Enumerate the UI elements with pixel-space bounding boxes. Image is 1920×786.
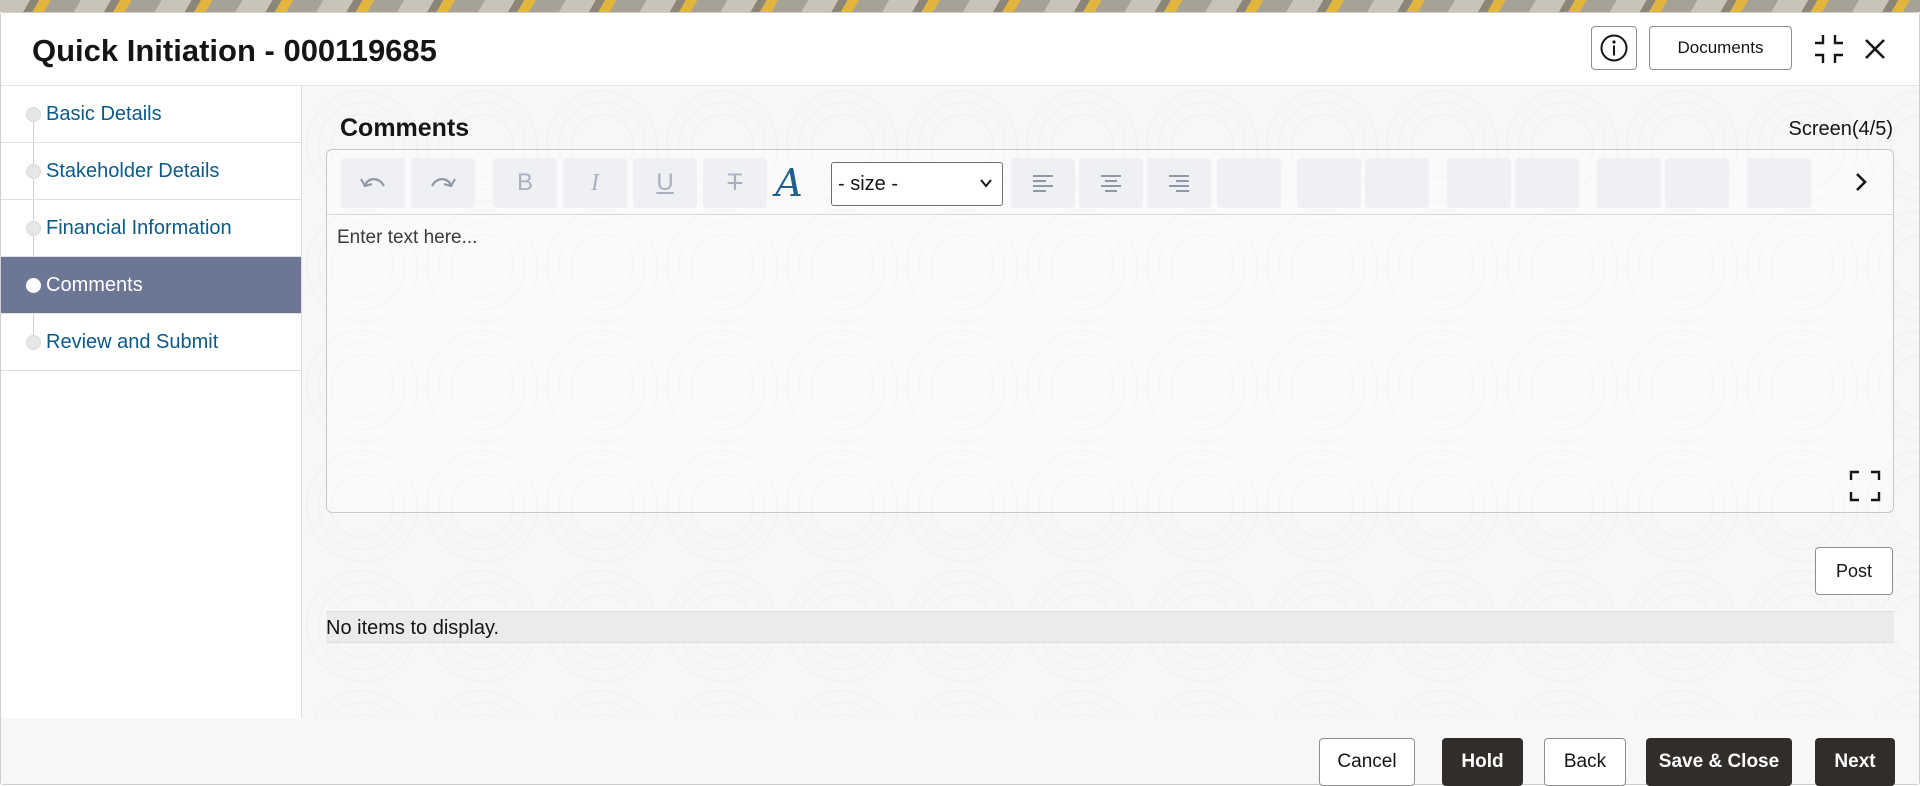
step-indicator bbox=[26, 335, 41, 350]
expand-icon bbox=[1849, 470, 1881, 502]
font-size-value: - size - bbox=[838, 172, 898, 195]
font-style-button[interactable]: A bbox=[764, 158, 814, 208]
sidebar-item-label: Review and Submit bbox=[46, 331, 219, 353]
hold-button[interactable]: Hold bbox=[1442, 738, 1523, 786]
editor-expand-button[interactable] bbox=[1847, 468, 1883, 504]
sidebar-item-review-and-submit[interactable]: Review and Submit bbox=[1, 314, 301, 371]
toolbar-placeholder bbox=[1365, 158, 1429, 208]
font-icon: A bbox=[775, 161, 803, 205]
step-indicator bbox=[26, 278, 41, 293]
align-right-button[interactable] bbox=[1147, 158, 1211, 208]
chevron-down-icon bbox=[980, 179, 992, 188]
toolbar-placeholder bbox=[1747, 158, 1811, 208]
comment-text-area[interactable] bbox=[327, 215, 1893, 512]
documents-button[interactable]: Documents bbox=[1649, 26, 1792, 70]
close-button[interactable] bbox=[1855, 29, 1895, 69]
italic-button[interactable]: I bbox=[563, 158, 627, 208]
toolbar-placeholder bbox=[1665, 158, 1729, 208]
compress-button[interactable] bbox=[1809, 29, 1849, 69]
rich-text-editor: B I U T A - size - Enter text here... bbox=[326, 149, 1894, 513]
toolbar-placeholder bbox=[1597, 158, 1661, 208]
cancel-button[interactable]: Cancel bbox=[1319, 738, 1415, 786]
comments-list-empty: No items to display. bbox=[326, 611, 1894, 643]
chevron-right-icon bbox=[1856, 173, 1867, 191]
align-center-button[interactable] bbox=[1079, 158, 1143, 208]
toolbar-placeholder bbox=[1447, 158, 1511, 208]
bold-button[interactable]: B bbox=[493, 158, 557, 208]
step-indicator bbox=[26, 221, 41, 236]
font-size-select[interactable]: - size - bbox=[831, 162, 1003, 206]
underline-icon: U bbox=[656, 169, 674, 196]
sidebar-item-financial-information[interactable]: Financial Information bbox=[1, 200, 301, 257]
section-title: Comments bbox=[340, 114, 470, 142]
back-button[interactable]: Back bbox=[1544, 738, 1626, 786]
align-right-icon bbox=[1169, 175, 1189, 192]
train-stop-sidebar: Basic Details Stakeholder Details Financ… bbox=[1, 86, 302, 718]
editor-toolbar: B I U T A - size - bbox=[327, 150, 1893, 215]
toolbar-placeholder bbox=[1297, 158, 1361, 208]
next-button[interactable]: Next bbox=[1815, 738, 1895, 786]
sidebar-item-label: Comments bbox=[46, 274, 143, 296]
sidebar-item-stakeholder-details[interactable]: Stakeholder Details bbox=[1, 143, 301, 200]
align-left-icon bbox=[1033, 175, 1053, 192]
editor-placeholder: Enter text here... bbox=[337, 227, 478, 248]
dialog-footer: Cancel Hold Back Save & Close Next bbox=[1, 718, 1919, 786]
post-button[interactable]: Post bbox=[1815, 547, 1893, 595]
sidebar-item-comments[interactable]: Comments bbox=[1, 257, 301, 314]
align-left-button[interactable] bbox=[1011, 158, 1075, 208]
bold-icon: B bbox=[516, 169, 533, 196]
sidebar-item-label: Stakeholder Details bbox=[46, 160, 220, 182]
page-title: Quick Initiation - 000119685 bbox=[32, 33, 437, 68]
compress-icon bbox=[1815, 35, 1843, 63]
empty-message: No items to display. bbox=[326, 617, 500, 639]
sidebar-item-label: Basic Details bbox=[46, 103, 162, 125]
redo-button[interactable] bbox=[411, 158, 475, 208]
main-content: Comments Screen(4/5) B I U T A - size - … bbox=[302, 86, 1919, 718]
step-indicator bbox=[26, 164, 41, 179]
align-center-icon bbox=[1101, 175, 1121, 192]
quick-initiation-dialog: Quick Initiation - 000119685 Documents B… bbox=[0, 12, 1920, 786]
sidebar-item-basic-details[interactable]: Basic Details bbox=[1, 86, 301, 143]
strikethrough-button[interactable]: T bbox=[703, 158, 767, 208]
toolbar-placeholder bbox=[1515, 158, 1579, 208]
underline-button[interactable]: U bbox=[633, 158, 697, 208]
info-icon bbox=[1600, 34, 1628, 62]
sidebar-item-label: Financial Information bbox=[46, 217, 232, 239]
step-indicator bbox=[26, 107, 41, 122]
undo-button[interactable] bbox=[341, 158, 405, 208]
info-button[interactable] bbox=[1591, 26, 1637, 70]
italic-icon: I bbox=[591, 169, 599, 196]
background-banner bbox=[0, 0, 1920, 12]
toolbar-placeholder bbox=[1217, 158, 1281, 208]
save-close-button[interactable]: Save & Close bbox=[1646, 738, 1792, 786]
undo-icon bbox=[360, 178, 385, 188]
dialog-header: Quick Initiation - 000119685 Documents bbox=[1, 13, 1919, 86]
toolbar-more-button[interactable] bbox=[1843, 164, 1879, 200]
close-icon bbox=[1865, 39, 1885, 59]
screen-indicator: Screen(4/5) bbox=[1788, 118, 1894, 140]
redo-icon bbox=[431, 178, 456, 188]
strikethrough-icon: T bbox=[727, 169, 743, 196]
